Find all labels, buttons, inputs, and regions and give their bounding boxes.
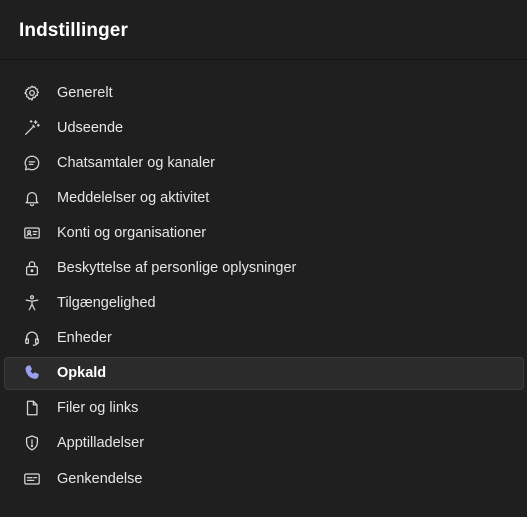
menu-item-konti[interactable]: Konti og organisationer	[0, 216, 527, 249]
caption-icon	[22, 469, 42, 489]
id-card-icon	[22, 223, 42, 243]
headset-icon	[22, 328, 42, 348]
menu-item-chatsamtaler[interactable]: Chatsamtaler og kanaler	[0, 146, 527, 179]
chat-bubble-icon	[22, 153, 42, 173]
menu-item-apptilladelser[interactable]: Apptilladelser	[0, 427, 527, 460]
settings-header: Indstillinger	[0, 0, 527, 60]
menu-item-udseende[interactable]: Udseende	[0, 111, 527, 144]
settings-panel: Indstillinger Generelt Udseende Chatsamt…	[0, 0, 527, 517]
bell-icon	[22, 188, 42, 208]
menu-item-tilgaengelighed[interactable]: Tilgængelighed	[0, 287, 527, 320]
menu-item-label: Generelt	[57, 84, 113, 101]
menu-item-genkendelse[interactable]: Genkendelse	[0, 462, 527, 495]
menu-item-enheder[interactable]: Enheder	[0, 322, 527, 355]
menu-item-label: Beskyttelse af personlige oplysninger	[57, 259, 297, 276]
menu-item-filer[interactable]: Filer og links	[0, 392, 527, 425]
menu-item-label: Enheder	[57, 330, 112, 347]
menu-item-label: Genkendelse	[57, 470, 143, 487]
phone-icon	[22, 363, 42, 383]
magic-wand-icon	[22, 118, 42, 138]
accessibility-icon	[22, 293, 42, 313]
menu-item-opkald[interactable]: Opkald	[4, 356, 524, 390]
menu-item-label: Opkald	[57, 365, 107, 382]
menu-item-label: Konti og organisationer	[57, 224, 207, 241]
gear-icon	[22, 83, 42, 103]
menu-item-label: Apptilladelser	[57, 435, 145, 452]
shield-icon	[22, 433, 42, 453]
lock-icon	[22, 258, 42, 278]
settings-menu: Generelt Udseende Chatsamtaler og kanale…	[0, 76, 527, 497]
menu-item-meddelelser[interactable]: Meddelelser og aktivitet	[0, 181, 527, 214]
page-title: Indstillinger	[19, 20, 128, 41]
menu-item-label: Meddelelser og aktivitet	[57, 189, 210, 206]
document-icon	[22, 398, 42, 418]
menu-item-label: Tilgængelighed	[57, 295, 156, 312]
menu-item-generelt[interactable]: Generelt	[0, 76, 527, 109]
menu-item-label: Filer og links	[57, 400, 139, 417]
menu-item-beskyttelse[interactable]: Beskyttelse af personlige oplysninger	[0, 251, 527, 284]
menu-item-label: Chatsamtaler og kanaler	[57, 154, 215, 171]
menu-item-label: Udseende	[57, 119, 124, 136]
